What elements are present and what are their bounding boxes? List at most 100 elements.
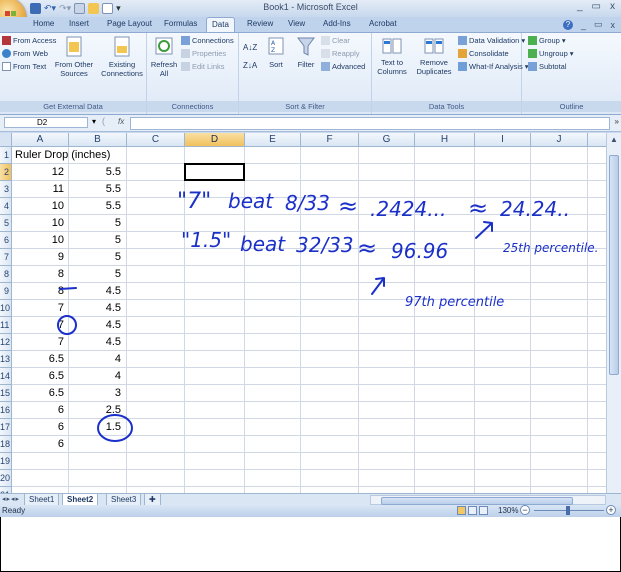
column-header-d[interactable]: D <box>185 133 245 147</box>
row-header[interactable]: 8 <box>0 266 12 283</box>
name-box[interactable]: D2 <box>4 117 88 128</box>
remove-duplicates-button[interactable]: Remove Duplicates <box>412 36 456 76</box>
cell-a8[interactable]: 8 <box>15 266 64 283</box>
zoom-slider-knob[interactable] <box>566 506 570 515</box>
column-header-e[interactable]: E <box>245 133 301 147</box>
cell-b10[interactable]: 4.5 <box>69 300 121 317</box>
cell-a10[interactable]: 7 <box>15 300 64 317</box>
filter-button[interactable]: Filter <box>293 36 319 69</box>
sheet-nav-arrows-icon[interactable]: ◂▸◂▸ <box>2 495 20 503</box>
undo-icon[interactable]: ↶▾ <box>44 3 56 14</box>
row-header[interactable]: 1 <box>0 147 12 164</box>
cell-a14[interactable]: 6.5 <box>15 368 64 385</box>
row-header[interactable]: 19 <box>0 453 12 470</box>
cell-a15[interactable]: 6.5 <box>15 385 64 402</box>
name-box-dropdown-icon[interactable]: ▾ <box>92 117 96 126</box>
ribbon-close-button[interactable]: x <box>611 20 616 30</box>
cell-a1[interactable]: Ruler Drop (inches) <box>15 147 110 164</box>
print-preview-icon[interactable] <box>74 3 86 14</box>
row-header[interactable]: 4 <box>0 198 12 215</box>
group-button[interactable]: Group ▾ <box>528 36 566 45</box>
cell-a16[interactable]: 6 <box>15 402 64 419</box>
formula-input[interactable] <box>130 117 610 130</box>
cell-a18[interactable]: 6 <box>15 436 64 453</box>
insert-function-icon[interactable]: fx <box>118 117 124 126</box>
zoom-in-icon[interactable]: + <box>606 505 616 515</box>
cell-b9[interactable]: 4.5 <box>69 283 121 300</box>
cell-a9[interactable]: 8 <box>15 283 64 300</box>
cell-a5[interactable]: 10 <box>15 215 64 232</box>
vertical-scrollbar[interactable]: ▲ <box>606 133 621 493</box>
what-if-analysis-button[interactable]: What-If Analysis ▾ <box>458 62 529 71</box>
tab-view[interactable]: View <box>288 19 305 28</box>
select-all-corner[interactable] <box>0 133 12 147</box>
tab-page-layout[interactable]: Page Layout <box>107 19 152 28</box>
edit-links-button[interactable]: Edit Links <box>181 62 225 71</box>
ungroup-button[interactable]: Ungroup ▾ <box>528 49 574 58</box>
from-text-button[interactable]: From Text <box>2 62 46 71</box>
sort-ascending-button[interactable]: A↓Z <box>243 43 257 52</box>
row-header[interactable]: 20 <box>0 470 12 487</box>
column-header-h[interactable]: H <box>415 133 475 147</box>
ribbon-minimize-button[interactable]: _ <box>581 20 586 30</box>
open-folder-icon[interactable] <box>88 3 100 14</box>
row-header[interactable]: 9 <box>0 283 12 300</box>
tab-home[interactable]: Home <box>33 19 54 28</box>
cell-b12[interactable]: 4.5 <box>69 334 121 351</box>
cell-b17[interactable]: 1.5 <box>69 419 121 436</box>
cell-b5[interactable]: 5 <box>69 215 121 232</box>
column-header-j[interactable]: J <box>531 133 588 147</box>
cell-b11[interactable]: 4.5 <box>69 317 121 334</box>
tab-insert[interactable]: Insert <box>69 19 89 28</box>
row-header[interactable]: 16 <box>0 402 12 419</box>
cell-b13[interactable]: 4 <box>69 351 121 368</box>
refresh-all-button[interactable]: Refresh All <box>149 36 179 78</box>
restore-button[interactable]: ▭ <box>592 1 601 12</box>
zoom-level[interactable]: 130% <box>498 506 518 515</box>
cell-a11[interactable]: 7 <box>15 317 64 334</box>
from-other-sources-button[interactable]: From Other Sources <box>54 36 94 78</box>
from-access-button[interactable]: From Access <box>2 36 56 45</box>
redo-icon[interactable]: ↷▾ <box>59 3 71 14</box>
customize-qat-icon[interactable]: ▾ <box>116 3 121 14</box>
minimize-button[interactable]: _ <box>577 1 583 12</box>
cell-b14[interactable]: 4 <box>69 368 121 385</box>
row-header[interactable]: 6 <box>0 232 12 249</box>
row-header[interactable]: 17 <box>0 419 12 436</box>
row-header[interactable]: 10 <box>0 300 12 317</box>
column-header-k[interactable]: K <box>588 133 606 147</box>
text-to-columns-button[interactable]: Text to Columns <box>374 36 410 76</box>
column-header-i[interactable]: I <box>475 133 531 147</box>
consolidate-button[interactable]: Consolidate <box>458 49 509 58</box>
horizontal-scrollbar[interactable] <box>370 495 606 505</box>
column-header-f[interactable]: F <box>301 133 359 147</box>
close-button[interactable]: x <box>610 1 615 12</box>
row-header[interactable]: 7 <box>0 249 12 266</box>
clear-button[interactable]: Clear <box>321 36 350 45</box>
active-cell-selection[interactable] <box>184 163 245 181</box>
cell-a7[interactable]: 9 <box>15 249 64 266</box>
cell-b7[interactable]: 5 <box>69 249 121 266</box>
help-icon[interactable]: ? <box>562 19 573 30</box>
sort-descending-button[interactable]: Z↓A <box>243 61 257 70</box>
cell-b15[interactable]: 3 <box>69 385 121 402</box>
cell-a13[interactable]: 6.5 <box>15 351 64 368</box>
horizontal-scroll-thumb[interactable] <box>381 497 573 505</box>
normal-view-icon[interactable] <box>457 506 466 515</box>
column-header-b[interactable]: B <box>69 133 127 147</box>
reapply-button[interactable]: Reapply <box>321 49 360 58</box>
cell-a17[interactable]: 6 <box>15 419 64 436</box>
cell-b4[interactable]: 5.5 <box>69 198 121 215</box>
cell-b3[interactable]: 5.5 <box>69 181 121 198</box>
cell-b2[interactable]: 5.5 <box>69 164 121 181</box>
column-header-c[interactable]: C <box>127 133 185 147</box>
cell-a4[interactable]: 10 <box>15 198 64 215</box>
column-header-g[interactable]: G <box>359 133 415 147</box>
existing-connections-button[interactable]: Existing Connections <box>100 36 144 78</box>
column-header-a[interactable]: A <box>12 133 69 147</box>
row-header[interactable]: 2 <box>0 164 12 181</box>
from-web-button[interactable]: From Web <box>2 49 48 58</box>
subtotal-button[interactable]: Subtotal <box>528 62 567 71</box>
data-validation-button[interactable]: Data Validation ▾ <box>458 36 525 45</box>
save-icon[interactable] <box>30 3 41 14</box>
